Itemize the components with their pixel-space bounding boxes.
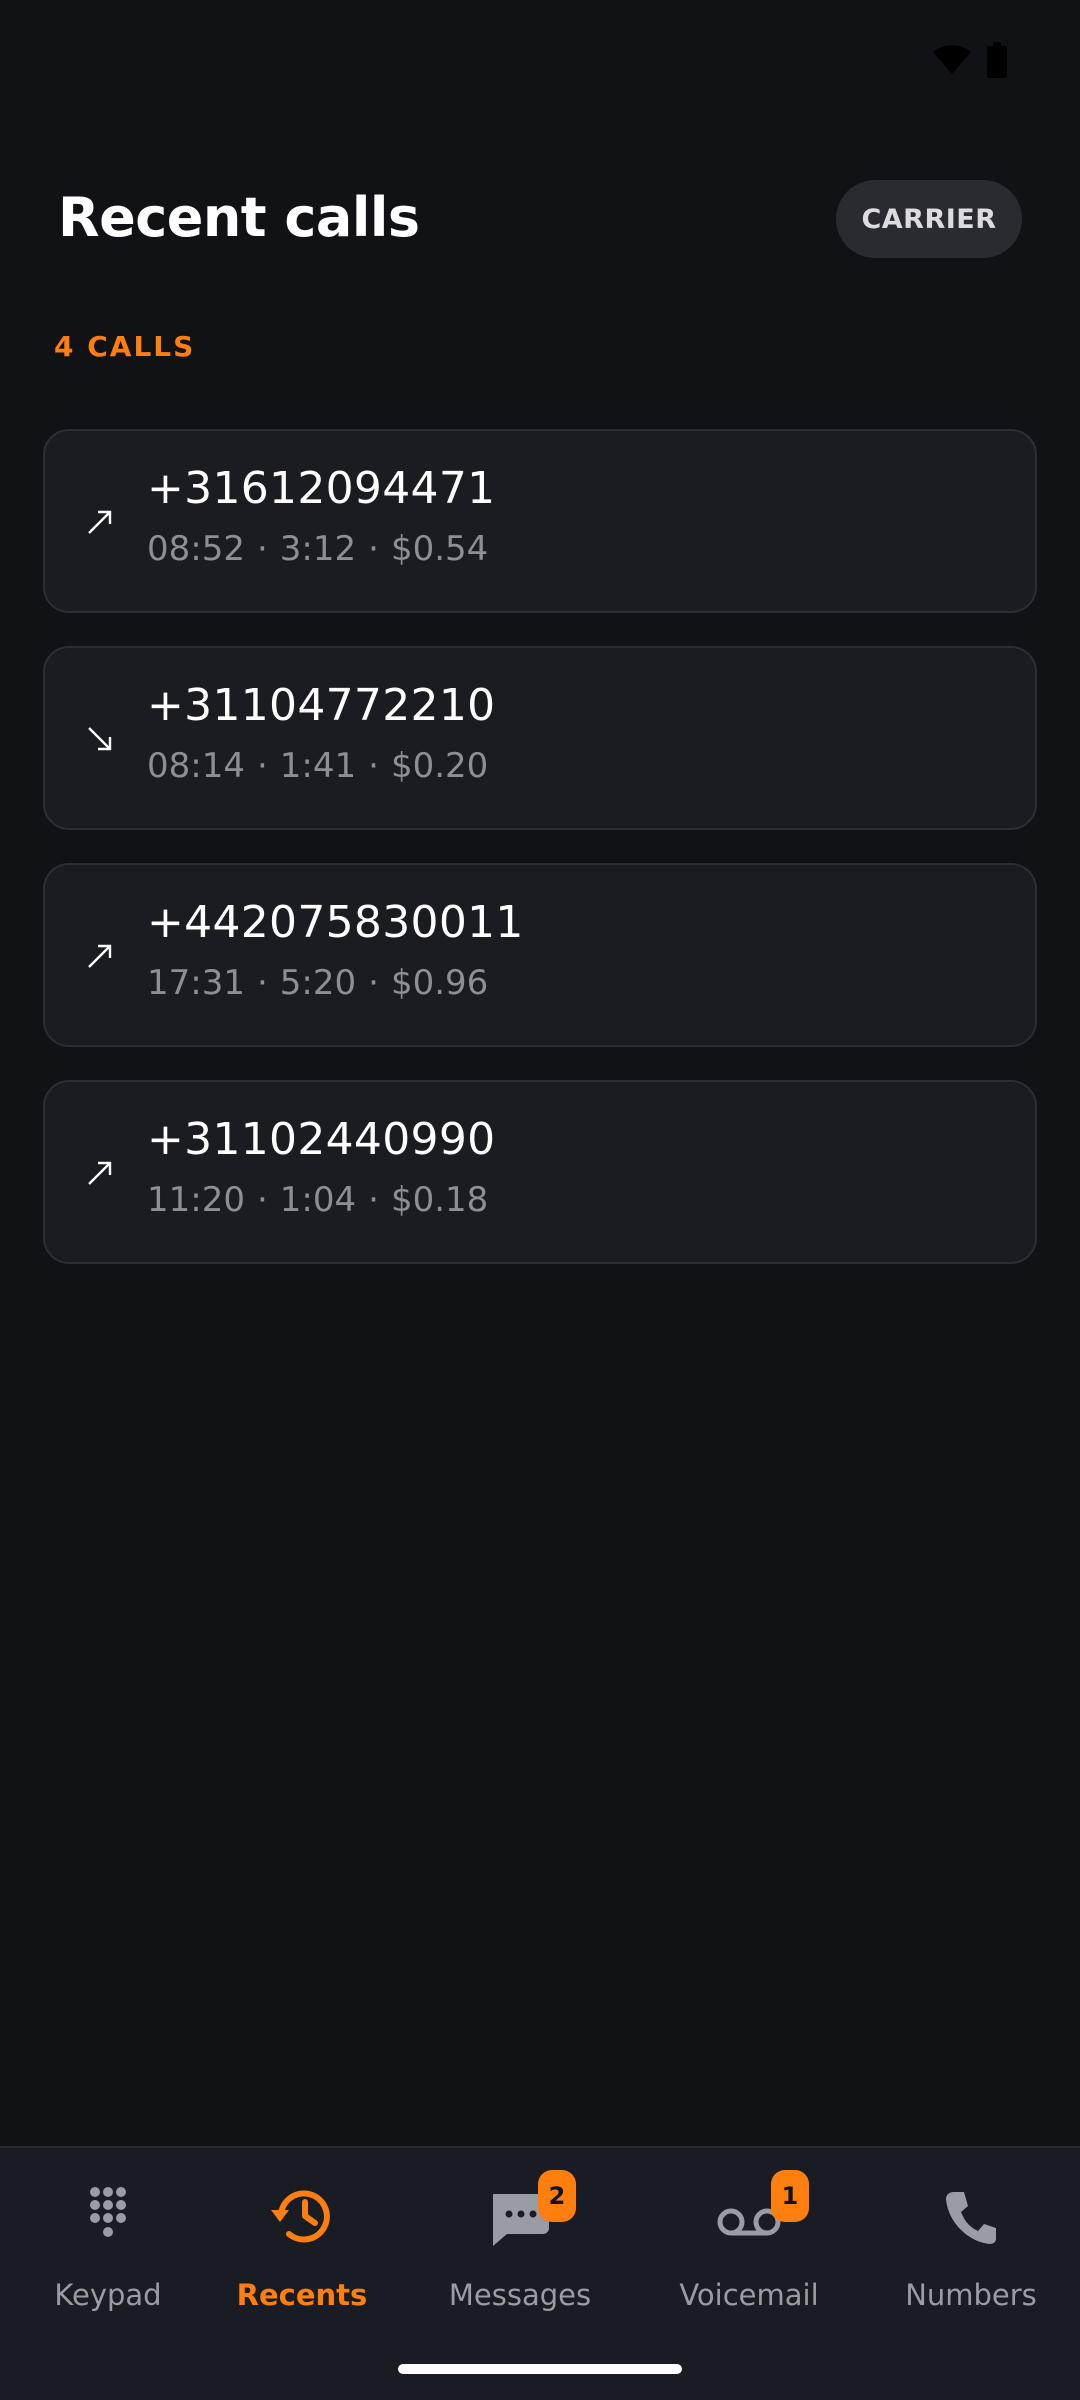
- messages-badge: 2: [538, 2170, 576, 2222]
- call-details: 17:31 · 5:20 · $0.96: [147, 963, 488, 1003]
- call-cost: $0.18: [390, 1180, 489, 1220]
- call-row[interactable]: +442075830011 17:31 · 5:20 · $0.96: [43, 863, 1037, 1047]
- phone-icon: [946, 2192, 996, 2244]
- outgoing-call-icon: [88, 944, 112, 968]
- calls-count: 4 CALLS: [54, 330, 196, 363]
- page-title: Recent calls: [58, 186, 420, 249]
- call-number: +31102440990: [147, 1114, 496, 1165]
- incoming-call-icon: [88, 727, 112, 751]
- call-cost: $0.54: [390, 529, 489, 569]
- separator: ·: [256, 529, 268, 569]
- nav-item-numbers[interactable]: Numbers: [863, 2148, 1079, 2348]
- carrier-button[interactable]: CARRIER: [836, 180, 1022, 258]
- call-row[interactable]: +31102440990 11:20 · 1:04 · $0.18: [43, 1080, 1037, 1264]
- outgoing-call-icon: [88, 510, 112, 534]
- nav-label: Numbers: [905, 2278, 1037, 2312]
- wifi-icon: [933, 45, 971, 74]
- separator: ·: [368, 963, 379, 1003]
- status-bar: 9:41: [0, 0, 1080, 126]
- call-number: +31104772210: [147, 680, 496, 731]
- bottom-nav: Keypad Recents 2 Messages 1 Voicemail Nu…: [0, 2146, 1080, 2400]
- separator: ·: [256, 963, 268, 1003]
- nav-label: Messages: [448, 2278, 592, 2312]
- nav-item-voicemail[interactable]: 1 Voicemail: [641, 2148, 857, 2348]
- outgoing-call-icon: [88, 1161, 112, 1185]
- voicemail-badge: 1: [771, 2170, 809, 2222]
- call-details: 08:14 · 1:41 · $0.20: [147, 746, 488, 786]
- separator: ·: [256, 1180, 268, 1220]
- call-list: +31612094471 08:52 · 3:12 · $0.54 +311047722…: [43, 429, 1037, 1297]
- nav-label: Keypad: [54, 2278, 162, 2312]
- separator: ·: [368, 746, 379, 786]
- call-duration: 3:12: [279, 529, 357, 569]
- status-icons: [932, 42, 1008, 78]
- nav-item-recents[interactable]: Recents: [194, 2148, 410, 2348]
- nav-label: Voicemail: [679, 2278, 819, 2312]
- call-details: 11:20 · 1:04 · $0.18: [147, 1180, 488, 1220]
- call-row[interactable]: +31612094471 08:52 · 3:12 · $0.54: [43, 429, 1037, 613]
- status-time: 9:41: [80, 38, 154, 80]
- call-details: 08:52 · 3:12 · $0.54: [147, 529, 488, 569]
- call-duration: 1:04: [279, 1180, 357, 1220]
- call-time: 11:20: [147, 1180, 245, 1220]
- call-number: +442075830011: [147, 897, 524, 948]
- call-number: +31612094471: [147, 463, 496, 514]
- call-time: 17:31: [147, 963, 245, 1003]
- keypad-icon: [90, 2187, 126, 2237]
- home-indicator[interactable]: [398, 2364, 682, 2374]
- header: Recent calls CARRIER: [58, 178, 1022, 262]
- nav-item-keypad[interactable]: Keypad: [0, 2148, 216, 2348]
- call-row[interactable]: +31104772210 08:14 · 1:41 · $0.20: [43, 646, 1037, 830]
- battery-icon: [987, 42, 1007, 78]
- history-icon: [271, 2190, 330, 2243]
- call-cost: $0.20: [390, 746, 489, 786]
- separator: ·: [256, 746, 268, 786]
- call-duration: 5:20: [279, 963, 357, 1003]
- call-cost: $0.96: [390, 963, 489, 1003]
- recent-calls-screen: 9:41 Recent calls CARRIER 4 CALLS +31612…: [0, 0, 1080, 2400]
- call-time: 08:52: [147, 529, 245, 569]
- nav-label: Recents: [236, 2278, 368, 2312]
- call-duration: 1:41: [279, 746, 357, 786]
- call-time: 08:14: [147, 746, 245, 786]
- separator: ·: [368, 529, 379, 569]
- separator: ·: [368, 1180, 379, 1220]
- nav-item-messages[interactable]: 2 Messages: [412, 2148, 628, 2348]
